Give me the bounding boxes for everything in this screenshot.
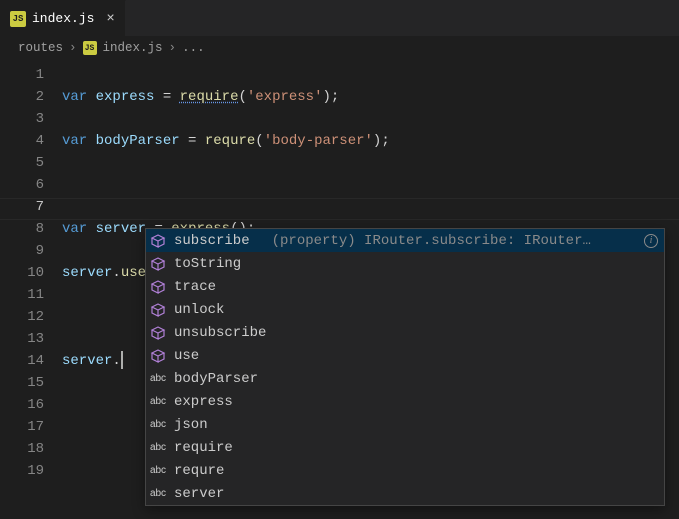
line-number-gutter: 1 2 3 4 5 6 7 8 9 10 11 12 13 14 15 16 1… <box>0 60 62 482</box>
suggest-label: trace <box>174 276 216 298</box>
suggest-label: unlock <box>174 299 224 321</box>
tab-title: index.js <box>32 11 94 26</box>
suggest-label: require <box>174 437 233 459</box>
line-number: 11 <box>0 284 44 306</box>
tab-bar: JS index.js × <box>0 0 679 36</box>
word-icon: abc <box>150 486 166 502</box>
suggest-detail: (property) IRouter.subscribe: IRouter… <box>272 230 636 252</box>
method-icon <box>150 348 166 364</box>
code-line <box>62 174 679 196</box>
line-number: 9 <box>0 240 44 262</box>
method-icon <box>150 279 166 295</box>
line-number: 14 <box>0 350 44 372</box>
suggest-label: bodyParser <box>174 368 258 390</box>
breadcrumb-ellipsis[interactable]: ... <box>182 41 205 55</box>
breadcrumb-routes[interactable]: routes <box>18 41 63 55</box>
code-line: var bodyParser = requre('body-parser'); <box>62 130 679 152</box>
suggest-label: subscribe <box>174 230 250 252</box>
suggest-item-server[interactable]: abc server <box>146 482 664 505</box>
line-number: 10 <box>0 262 44 284</box>
text-cursor <box>121 351 123 369</box>
chevron-right-icon: › <box>69 41 77 55</box>
suggest-label: use <box>174 345 199 367</box>
chevron-right-icon: › <box>169 41 177 55</box>
suggest-item-toString[interactable]: toString <box>146 252 664 275</box>
line-number: 6 <box>0 174 44 196</box>
suggest-item-express[interactable]: abc express <box>146 390 664 413</box>
suggest-item-bodyParser[interactable]: abc bodyParser <box>146 367 664 390</box>
suggest-item-json[interactable]: abcjson <box>146 413 664 436</box>
word-icon: abc <box>150 463 166 479</box>
js-file-icon: JS <box>10 11 26 27</box>
line-number: 19 <box>0 460 44 482</box>
breadcrumb: routes › JS index.js › ... <box>0 36 679 60</box>
line-number: 8 <box>0 218 44 240</box>
suggest-label: unsubscribe <box>174 322 266 344</box>
js-file-icon: JS <box>83 41 97 55</box>
breadcrumb-indexjs[interactable]: index.js <box>103 41 163 55</box>
line-number: 5 <box>0 152 44 174</box>
line-number: 3 <box>0 108 44 130</box>
line-number: 7 <box>0 196 44 218</box>
method-icon <box>150 302 166 318</box>
autocomplete-popup[interactable]: subscribe (property) IRouter.subscribe: I… <box>145 228 665 506</box>
method-icon <box>150 256 166 272</box>
method-icon <box>150 325 166 341</box>
code-editor[interactable]: 1 2 3 4 5 6 7 8 9 10 11 12 13 14 15 16 1… <box>0 60 679 482</box>
line-number: 16 <box>0 394 44 416</box>
word-icon: abc <box>150 394 166 410</box>
line-number: 13 <box>0 328 44 350</box>
suggest-label: requre <box>174 460 224 482</box>
line-number: 12 <box>0 306 44 328</box>
code-line: var express = require('express'); <box>62 86 679 108</box>
line-number: 1 <box>0 64 44 86</box>
suggest-item-use[interactable]: use <box>146 344 664 367</box>
word-icon: abc <box>150 417 166 433</box>
method-icon <box>150 233 166 249</box>
line-number: 17 <box>0 416 44 438</box>
suggest-item-unsubscribe[interactable]: unsubscribe <box>146 321 664 344</box>
suggest-item-require[interactable]: abc require <box>146 436 664 459</box>
line-number: 2 <box>0 86 44 108</box>
line-number: 18 <box>0 438 44 460</box>
suggest-item-requre[interactable]: abc requre <box>146 459 664 482</box>
info-icon[interactable]: i <box>644 234 658 248</box>
tab-indexjs[interactable]: JS index.js × <box>0 0 126 36</box>
suggest-item-subscribe[interactable]: subscribe (property) IRouter.subscribe: I… <box>146 229 664 252</box>
suggest-item-trace[interactable]: trace <box>146 275 664 298</box>
suggest-label: server <box>174 483 224 505</box>
word-icon: abc <box>150 371 166 387</box>
suggest-item-unlock[interactable]: unlock <box>146 298 664 321</box>
close-icon[interactable]: × <box>106 11 114 27</box>
line-number: 4 <box>0 130 44 152</box>
suggest-label: express <box>174 391 233 413</box>
word-icon: abc <box>150 440 166 456</box>
suggest-label: toString <box>174 253 241 275</box>
suggest-label: json <box>174 414 208 436</box>
line-number: 15 <box>0 372 44 394</box>
